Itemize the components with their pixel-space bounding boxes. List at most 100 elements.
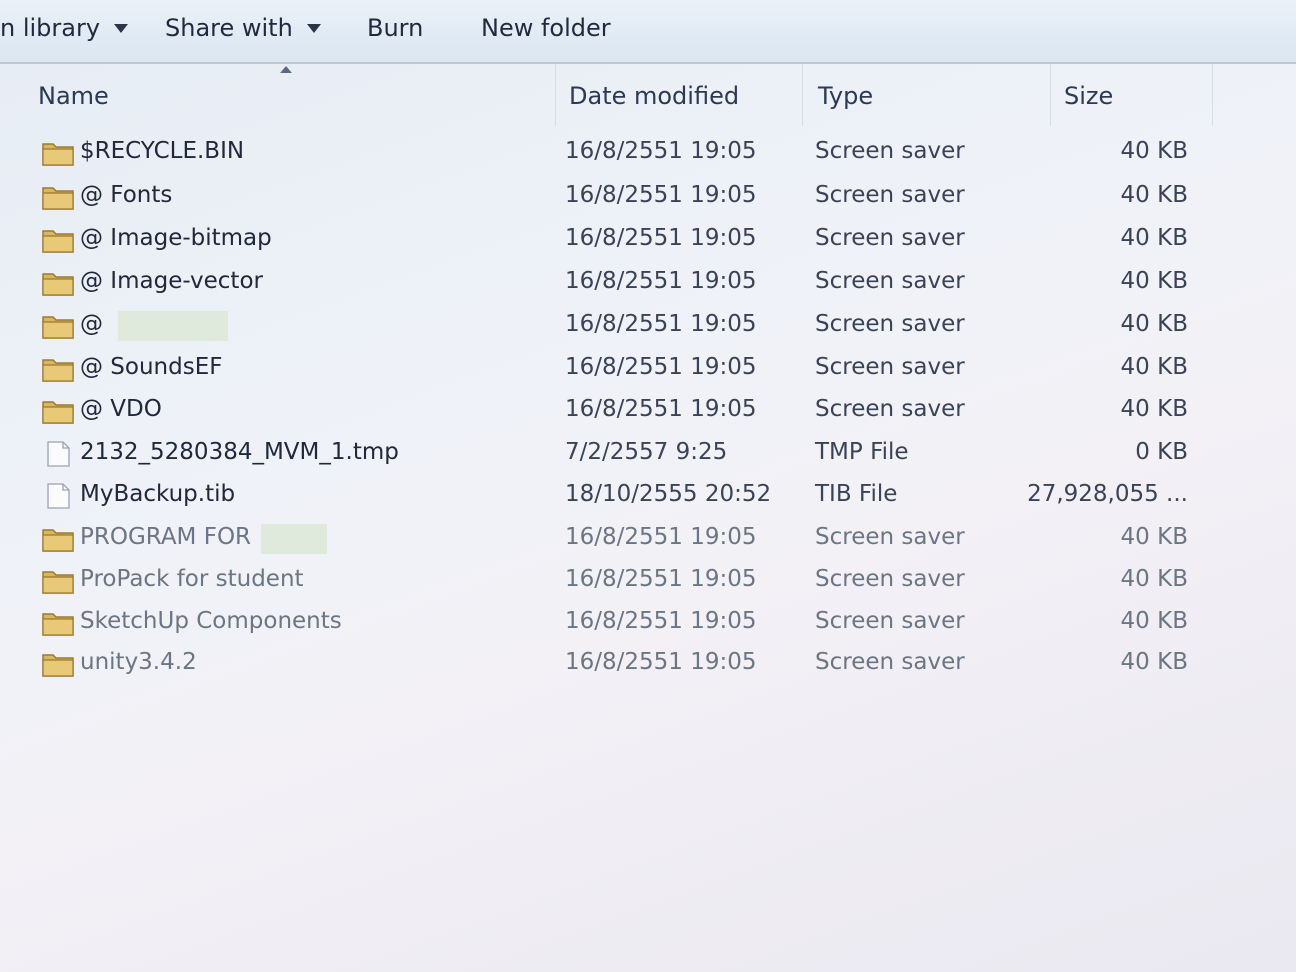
column-divider[interactable] [802,64,803,126]
file-row[interactable]: @ Fonts 16/8/2551 19:05 Screen saver 40 KB [20,176,1200,218]
file-size: 0 KB [1135,439,1188,465]
file-date-modified: 16/8/2551 19:05 [565,524,757,550]
file-type: TMP File [815,439,909,465]
file-icon [42,483,74,509]
file-row[interactable]: ProPack for student 16/8/2551 19:05 Screen… [20,560,1200,602]
file-row[interactable]: @16/8/2551 19:05 Screen saver 40 KB [20,305,1200,347]
file-name: 2132_5280384_MVM_1.tmp [80,439,399,465]
file-name: $RECYCLE.BIN [80,138,245,164]
file-name: @ Image-vector [80,268,263,294]
file-size: 40 KB [1120,225,1188,251]
file-date-modified: 16/8/2551 19:05 [565,225,757,251]
file-date-modified: 16/8/2551 19:05 [565,649,757,675]
chevron-down-icon [114,23,129,33]
chevron-down-icon [306,23,321,33]
file-type: TIB File [815,481,898,507]
file-size: 40 KB [1120,311,1188,337]
file-size: 40 KB [1120,138,1188,164]
folder-icon [42,356,74,382]
file-type: Screen saver [815,182,965,208]
share-with-label: Share with [165,14,293,42]
file-date-modified: 16/8/2551 19:05 [565,396,757,422]
folder-icon [42,227,74,253]
folder-icon [42,270,74,296]
file-date-modified: 16/8/2551 19:05 [565,138,757,164]
folder-icon [42,398,74,424]
file-name: @ Fonts [80,182,173,208]
folder-icon [42,610,74,636]
file-date-modified: 16/8/2551 19:05 [565,268,757,294]
folder-icon [42,526,74,552]
new-folder-label: New folder [481,14,611,42]
file-type: Screen saver [815,268,965,294]
file-size: 40 KB [1120,566,1188,592]
file-row[interactable]: @ Image-vector 16/8/2551 19:05 Screen save… [20,262,1200,304]
file-name: unity3.4.2 [80,649,197,675]
file-size: 40 KB [1120,649,1188,675]
file-size: 27,928,055 ... [1027,481,1188,507]
column-divider[interactable] [1050,64,1051,126]
file-row[interactable]: @ SoundsEF 16/8/2551 19:05 Screen saver 40 … [20,348,1200,390]
folder-icon [42,140,74,166]
file-type: Screen saver [815,138,965,164]
include-in-library-label: n library [0,14,101,42]
file-row[interactable]: PROGRAM FOR 16/8/2551 19:05 Screen saver 40… [20,518,1200,560]
file-date-modified: 16/8/2551 19:05 [565,566,757,592]
column-header-name[interactable]: Name [38,76,109,116]
file-size: 40 KB [1120,524,1188,550]
burn-button[interactable]: Burn [367,14,423,42]
file-type: Screen saver [815,649,965,675]
column-header-type[interactable]: Type [818,76,873,116]
file-row[interactable]: @ VDO 16/8/2551 19:05 Screen saver 40 KB [20,390,1200,432]
file-name: @ [80,311,103,337]
column-header-row: Name Date modified Type Size [0,64,1296,126]
file-type: Screen saver [815,225,965,251]
file-row[interactable]: unity3.4.2 16/8/2551 19:05 Screen saver 40 … [20,643,1200,685]
file-name: PROGRAM FOR [80,524,252,550]
redacted-block [261,524,327,554]
file-type: Screen saver [815,396,965,422]
file-row[interactable]: $RECYCLE.BIN 16/8/2551 19:05 Screen saver 4… [20,132,1200,174]
file-type: Screen saver [815,608,965,634]
include-in-library-button[interactable]: n library [0,14,129,42]
command-bar: n library Share with Burn New folder [0,0,1296,64]
burn-label: Burn [367,14,424,42]
file-name: @ VDO [80,396,162,422]
file-name: @ Image-bitmap [80,225,272,251]
file-icon [42,441,74,467]
new-folder-button[interactable]: New folder [481,14,611,42]
file-date-modified: 18/10/2555 20:52 [565,481,772,507]
file-date-modified: 16/8/2551 19:05 [565,182,757,208]
file-date-modified: 16/8/2551 19:05 [565,311,757,337]
folder-icon [42,313,74,339]
file-row[interactable]: MyBackup.tib 18/10/2555 20:52 TIB File 27,9… [20,475,1200,517]
file-row[interactable]: SketchUp Components 16/8/2551 19:05 Screen… [20,602,1200,644]
file-row[interactable]: @ Image-bitmap 16/8/2551 19:05 Screen save… [20,219,1200,261]
file-size: 40 KB [1120,182,1188,208]
folder-icon [42,184,74,210]
file-date-modified: 7/2/2557 9:25 [565,439,728,465]
share-with-button[interactable]: Share with [165,14,321,42]
column-header-size[interactable]: Size [1064,76,1113,116]
file-name: @ SoundsEF [80,354,223,380]
file-name: MyBackup.tib [80,481,236,507]
file-type: Screen saver [815,311,965,337]
sort-ascending-icon [280,66,292,73]
file-size: 40 KB [1120,608,1188,634]
file-date-modified: 16/8/2551 19:05 [565,608,757,634]
column-divider[interactable] [1212,64,1213,126]
redacted-block [118,311,228,341]
file-size: 40 KB [1120,268,1188,294]
file-size: 40 KB [1120,396,1188,422]
file-size: 40 KB [1120,354,1188,380]
file-date-modified: 16/8/2551 19:05 [565,354,757,380]
file-type: Screen saver [815,566,965,592]
column-header-date[interactable]: Date modified [569,76,739,116]
file-name: SketchUp Components [80,608,342,634]
file-type: Screen saver [815,354,965,380]
file-row[interactable]: 2132_5280384_MVM_1.tmp 7/2/2557 9:25 TMP F… [20,433,1200,475]
file-name: ProPack for student [80,566,304,592]
column-divider[interactable] [555,64,556,126]
folder-icon [42,568,74,594]
file-type: Screen saver [815,524,965,550]
